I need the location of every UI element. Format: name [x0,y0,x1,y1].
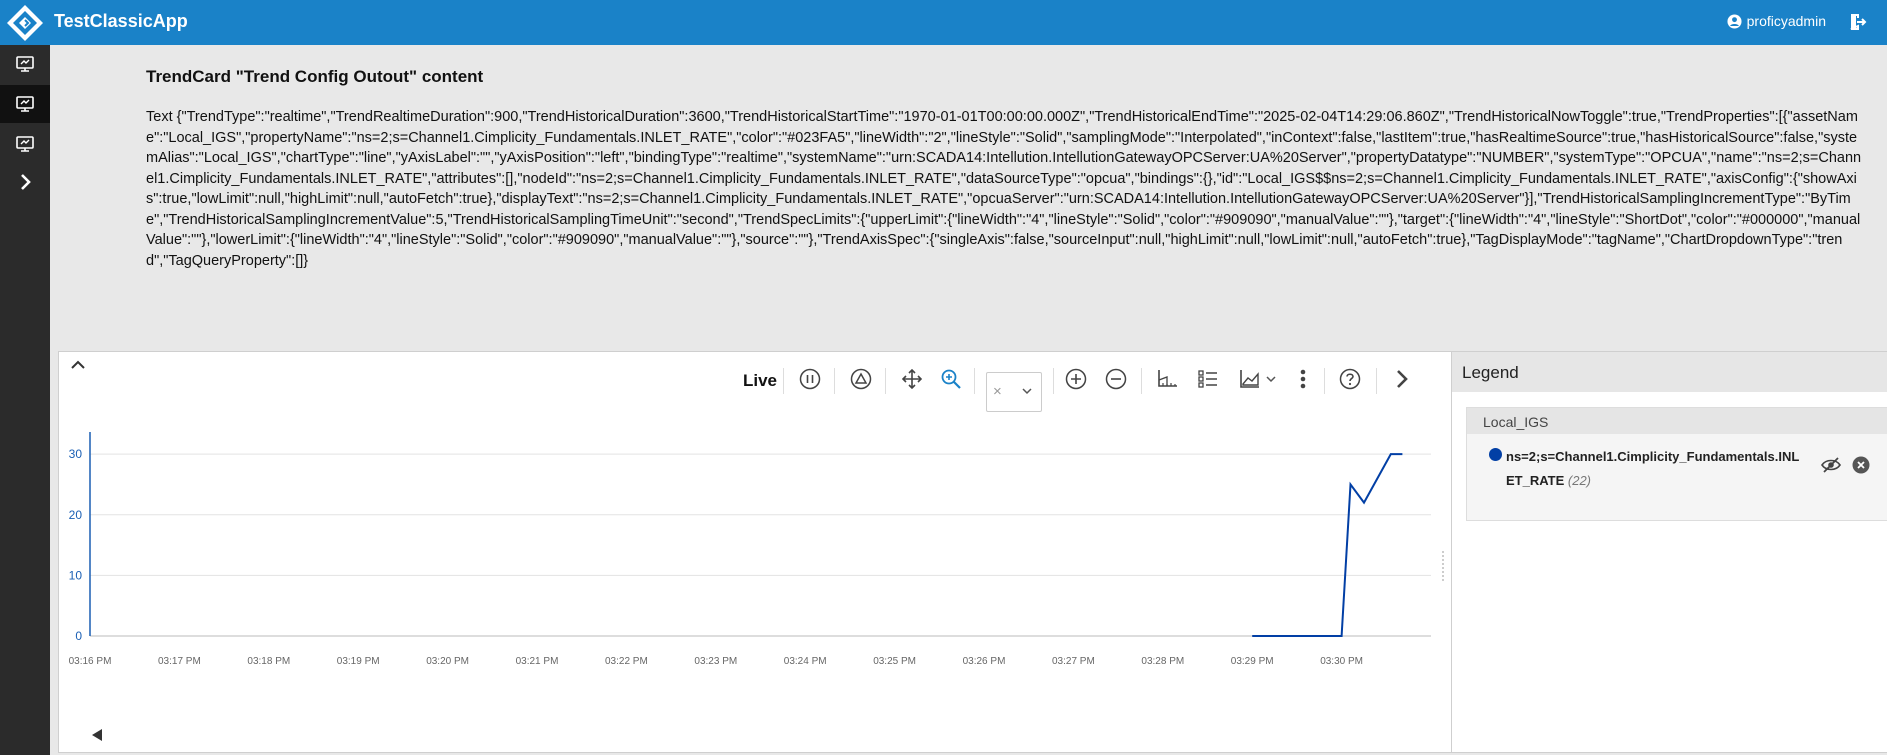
aggregate-select-value: × [993,383,1002,400]
resize-handle-dot [1442,555,1444,557]
logout-icon[interactable] [1847,12,1867,32]
zoom-button[interactable] [938,366,964,392]
user-menu[interactable]: proficyadmin [1727,13,1826,29]
series-line [1252,453,1403,637]
aggregate-select[interactable]: × [986,372,1042,412]
sidebar-item-display-3[interactable] [0,125,50,163]
toolbar-divider [1324,368,1325,394]
x-tick-label: 03:27 PM [1052,656,1095,667]
zoom-in-button[interactable] [1063,366,1089,392]
legend-header: Legend [1452,352,1887,392]
toolbar-divider [1376,368,1377,394]
x-tick-label: 03:20 PM [426,656,469,667]
triangle-limit-icon [850,368,872,390]
toolbar-divider [834,368,835,394]
toolbar-divider [783,368,784,394]
zoom-icon [941,369,961,389]
pan-button[interactable] [899,366,925,392]
trend-chart-panel: Live × 0 10 20 30 03:16 PM 03:17 PM 03:1… [58,351,1453,753]
chevron-down-icon [1266,376,1276,383]
card-content-text: Text {"TrendType":"realtime","TrendRealt… [146,109,1862,269]
minus-circle-icon [1105,368,1127,390]
legend-group: Local_IGS ns=2;s=Channel1.Cimplicity_Fun… [1466,407,1887,521]
remove-circle-icon[interactable] [1852,456,1870,474]
list-button[interactable] [1195,366,1221,392]
plus-circle-icon [1065,368,1087,390]
chevron-right-icon [21,174,31,190]
user-icon [1727,13,1742,29]
y-tick-label: 10 [69,568,83,582]
x-tick-label: 03:26 PM [963,656,1006,667]
app-logo-icon[interactable] [6,4,44,42]
x-tick-label: 03:18 PM [247,656,290,667]
list-icon [1198,370,1217,388]
x-tick-label: 03:24 PM [784,656,827,667]
monitor-icon [16,96,34,112]
resize-handle-dot [1442,579,1444,581]
y-tick-label: 0 [75,629,82,643]
legend-item-label: ns=2;s=Channel1.Cimplicity_Fundamentals.… [1506,449,1800,488]
app-title: TestClassicApp [54,11,188,31]
card-title: TrendCard "Trend Config Outout" content [146,67,484,86]
pause-icon [799,368,821,390]
resize-handle-dot [1442,559,1444,561]
legend-panel: Legend Local_IGS ns=2;s=Channel1.Cimplic… [1451,351,1887,753]
trend-toolbar: Live × [59,360,1452,412]
eye-off-icon[interactable] [1820,456,1842,474]
expand-legend-button[interactable] [1389,366,1415,392]
toolbar-divider [1053,368,1054,394]
monitor-icon [16,56,34,72]
help-button[interactable] [1337,366,1363,392]
y-tick-label: 20 [69,508,83,522]
legend-series-color [1489,448,1502,461]
toolbar-divider [974,368,975,394]
x-tick-label: 03:29 PM [1231,656,1274,667]
x-tick-label: 03:19 PM [337,656,380,667]
x-tick-label: 03:25 PM [873,656,916,667]
x-tick-label: 03:28 PM [1141,656,1184,667]
x-tick-label: 03:16 PM [69,656,112,667]
help-icon [1339,368,1361,390]
chevron-down-icon [1022,388,1032,395]
toolbar-divider [1141,368,1142,394]
pause-button[interactable] [797,366,823,392]
x-tick-label: 03:23 PM [694,656,737,667]
move-icon [901,368,923,390]
trend-chart[interactable]: 0 10 20 30 03:16 PM 03:17 PM 03:18 PM 03:19 PM 0… [59,432,1449,722]
app-header: TestClassicApp proficyadmin [0,0,1887,45]
legend-group-name: Local_IGS [1483,414,1549,430]
chevron-right-icon [1397,370,1408,388]
sidebar [0,45,50,755]
legend-group-header[interactable]: Local_IGS [1467,408,1887,434]
monitor-icon [16,136,34,152]
legend-title: Legend [1462,363,1519,382]
x-tick-label: 03:30 PM [1320,656,1363,667]
more-options-button[interactable] [1293,366,1313,392]
sidebar-item-display-1[interactable] [0,45,50,83]
ruler-button[interactable] [1154,366,1180,392]
ruler-icon [1158,370,1177,387]
x-tick-label: 03:22 PM [605,656,648,667]
sidebar-expand-button[interactable] [0,163,50,201]
zoom-out-button[interactable] [1103,366,1129,392]
limits-button[interactable] [848,366,874,392]
username: proficyadmin [1746,13,1826,29]
resize-handle-dot [1442,571,1444,573]
resize-handle-dot [1442,563,1444,565]
legend-item-count: (22) [1567,473,1592,488]
resize-handle-dot [1442,551,1444,553]
area-chart-icon [1240,370,1259,388]
y-tick-label: 30 [69,447,83,461]
scroll-left-icon[interactable] [89,727,105,743]
sidebar-item-display-2[interactable] [0,85,50,123]
resize-handle-dot [1442,567,1444,569]
chart-type-dropdown[interactable] [1236,366,1280,392]
legend-item[interactable]: ns=2;s=Channel1.Cimplicity_Fundamentals.… [1506,445,1806,493]
resize-handle-dot [1442,575,1444,577]
live-label[interactable]: Live [743,368,777,394]
more-vertical-icon [1300,369,1306,389]
x-tick-label: 03:21 PM [516,656,559,667]
toolbar-divider [885,368,886,394]
x-tick-label: 03:17 PM [158,656,201,667]
